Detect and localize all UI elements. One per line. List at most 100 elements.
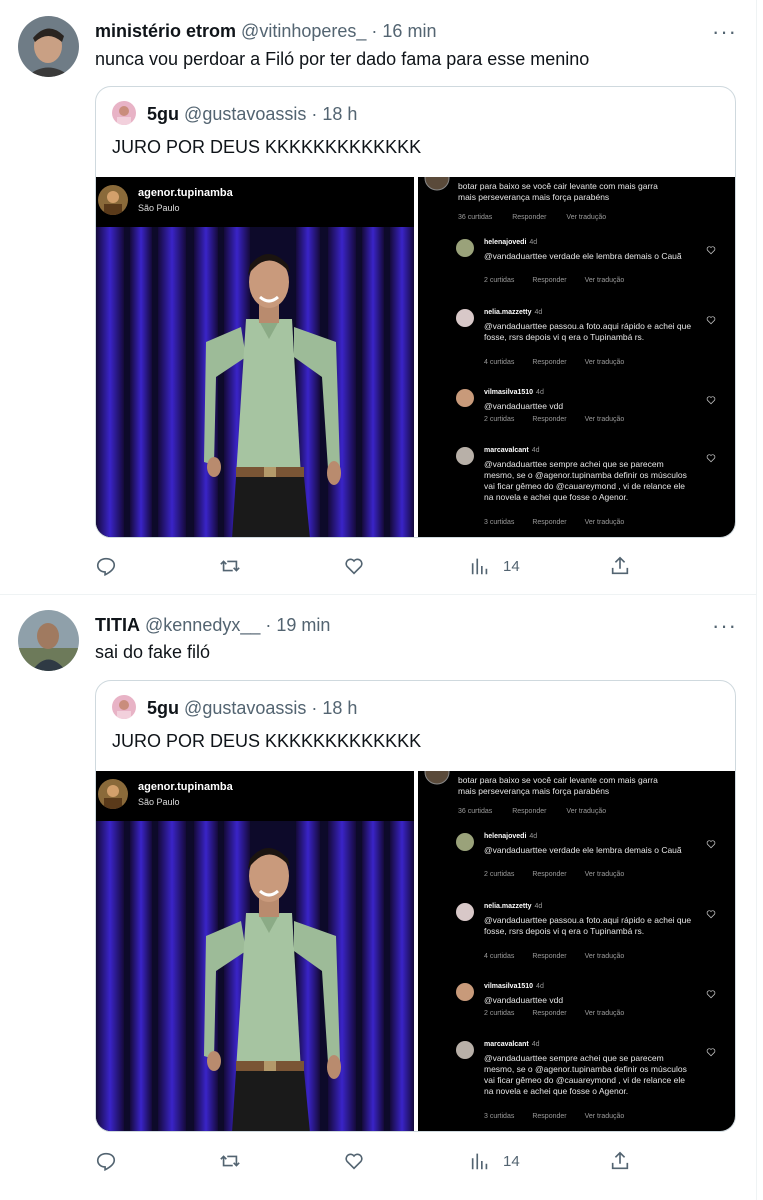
like-icon <box>345 558 363 575</box>
photo-of-man <box>96 821 414 1131</box>
avatar[interactable] <box>18 16 79 77</box>
tweet-text: sai do fake filó <box>95 642 211 662</box>
quoted-media[interactable]: agenor.tupinamba São Paulo botar para ba… <box>96 771 735 1131</box>
views-button[interactable]: 14 <box>469 1149 520 1173</box>
heart-icon[interactable] <box>706 395 716 405</box>
avatar[interactable] <box>18 610 79 671</box>
quoted-tweet-time: 18 h <box>322 104 358 124</box>
share-button[interactable] <box>609 554 631 578</box>
top-comment-line: mais perseverança mais força parabéns <box>458 192 610 202</box>
heart-icon[interactable] <box>706 1047 716 1057</box>
translate-link[interactable]: Ver tradução <box>566 808 606 815</box>
commenter-avatar <box>456 983 474 1001</box>
tweet-time[interactable]: 16 min <box>382 21 436 41</box>
quoted-media[interactable]: agenor.tupinamba São Paulo botar para ba… <box>96 177 735 537</box>
retweet-button[interactable] <box>219 554 241 578</box>
comment-meta: 36 curtidas Responder Ver tradução <box>458 212 658 223</box>
commenter-avatar <box>456 309 474 327</box>
views-count: 14 <box>503 1152 520 1170</box>
instagram-photo[interactable]: agenor.tupinamba São Paulo <box>96 771 414 1131</box>
commenter-avatar <box>456 903 474 921</box>
comment-meta: 2 curtidas Responder Ver tradução <box>484 277 625 284</box>
tweet-header: ministério etrom @vitinhoperes_ · 16 min <box>95 19 436 43</box>
heart-icon[interactable] <box>706 453 716 463</box>
author-name[interactable]: ministério etrom <box>95 21 236 41</box>
views-count: 14 <box>503 557 520 575</box>
commenter-username: nelia.mazzetty 4d <box>484 309 543 316</box>
share-button[interactable] <box>609 1149 631 1173</box>
heart-icon[interactable] <box>706 989 716 999</box>
instagram-comments[interactable]: botar para baixo se você cair levante co… <box>418 771 735 1131</box>
reply-link[interactable]: Responder <box>512 808 546 815</box>
quoted-author-handle: @gustavoassis <box>184 104 307 124</box>
reply-icon <box>96 557 116 577</box>
separator-dot: · <box>311 698 318 718</box>
like-button[interactable] <box>343 554 365 578</box>
more-icon[interactable]: ··· <box>712 615 737 637</box>
instagram-location: São Paulo <box>138 797 180 807</box>
reply-button[interactable] <box>95 554 117 578</box>
heart-icon[interactable] <box>706 909 716 919</box>
share-icon <box>611 1151 629 1170</box>
quoted-tweet-header: 5gu @gustavoassis · 18 h <box>112 695 357 720</box>
tweet-actions: 14 <box>95 1149 655 1173</box>
quoted-tweet-text: JURO POR DEUS KKKKKKKKKKKKK <box>112 731 422 751</box>
commenter-username: vilmasilva1510 4d <box>484 389 544 396</box>
comment-text: @vandaduarttee vdd <box>484 401 564 411</box>
commenter-avatar <box>456 1041 474 1059</box>
author-handle[interactable]: @vitinhoperes_ <box>241 21 366 41</box>
separator-dot: · <box>371 21 378 41</box>
comment-meta: 36 curtidas Responder Ver tradução <box>458 806 658 817</box>
heart-icon[interactable] <box>706 245 716 255</box>
commenter-username: nelia.mazzetty 4d <box>484 903 543 910</box>
author-handle[interactable]: @kennedyx__ <box>145 615 260 635</box>
quoted-tweet-text: JURO POR DEUS KKKKKKKKKKKKK <box>112 137 422 157</box>
instagram-photo[interactable]: agenor.tupinamba São Paulo <box>96 177 414 537</box>
top-comment: botar para baixo se você cair levante co… <box>458 775 658 817</box>
comment-text: @vandaduarttee verdade ele lembra demais… <box>484 845 682 855</box>
commenter-username: helenajovedi 4d <box>484 833 538 840</box>
top-comment: botar para baixo se você cair levante co… <box>458 181 658 223</box>
quoted-tweet[interactable]: 5gu @gustavoassis · 18 h JURO POR DEUS K… <box>95 86 736 538</box>
like-button[interactable] <box>343 1149 365 1173</box>
author-name[interactable]: TITIA <box>95 615 140 635</box>
tweet-time[interactable]: 19 min <box>276 615 330 635</box>
instagram-username: agenor.tupinamba <box>138 187 233 199</box>
commenter-avatar <box>456 447 474 465</box>
retweet-button[interactable] <box>219 1149 241 1173</box>
reply-button[interactable] <box>95 1149 117 1173</box>
translate-link[interactable]: Ver tradução <box>566 214 606 221</box>
more-icon[interactable]: ··· <box>712 21 737 43</box>
commenter-avatar <box>456 389 474 407</box>
tweet[interactable]: TITIA @kennedyx__ · 19 min ··· sai do fa… <box>0 595 757 1200</box>
instagram-username: agenor.tupinamba <box>138 781 233 793</box>
comment-meta: 2 curtidas Responder Ver tradução <box>484 871 625 878</box>
comment-meta: 3 curtidas Responder Ver tradução <box>484 519 625 526</box>
tweet[interactable]: ministério etrom @vitinhoperes_ · 16 min… <box>0 0 757 595</box>
top-comment-line: botar para baixo se você cair levante co… <box>458 181 658 191</box>
retweet-icon <box>220 560 240 572</box>
quoted-author-handle: @gustavoassis <box>184 698 307 718</box>
top-comment-line: mais perseverança mais força parabéns <box>458 786 610 796</box>
like-icon <box>345 1153 363 1170</box>
reply-link[interactable]: Responder <box>512 214 546 221</box>
quoted-avatar <box>112 101 136 125</box>
separator-dot: · <box>311 104 318 124</box>
views-button[interactable]: 14 <box>469 554 520 578</box>
quoted-author-name: 5gu <box>147 698 180 718</box>
instagram-comments[interactable]: botar para baixo se você cair levante co… <box>418 177 735 537</box>
heart-icon[interactable] <box>706 839 716 849</box>
quoted-tweet-time: 18 h <box>322 698 358 718</box>
heart-icon[interactable] <box>706 315 716 325</box>
comment-text: @vandaduarttee sempre achei que se parec… <box>484 1053 687 1096</box>
likes-count: 36 curtidas <box>458 214 493 221</box>
commenter-username: marcavalcant 4d <box>484 1041 540 1048</box>
comment-meta: 3 curtidas Responder Ver tradução <box>484 1113 625 1120</box>
quoted-tweet[interactable]: 5gu @gustavoassis · 18 h JURO POR DEUS K… <box>95 680 736 1132</box>
share-icon <box>611 556 629 575</box>
top-comment-line: botar para baixo se você cair levante co… <box>458 775 658 785</box>
comment-text: @vandaduarttee vdd <box>484 995 564 1005</box>
views-icon <box>471 558 488 575</box>
comment-text: @vandaduarttee passou.a foto.aqui rápido… <box>484 915 692 936</box>
comment-meta: 4 curtidas Responder Ver tradução <box>484 953 625 960</box>
